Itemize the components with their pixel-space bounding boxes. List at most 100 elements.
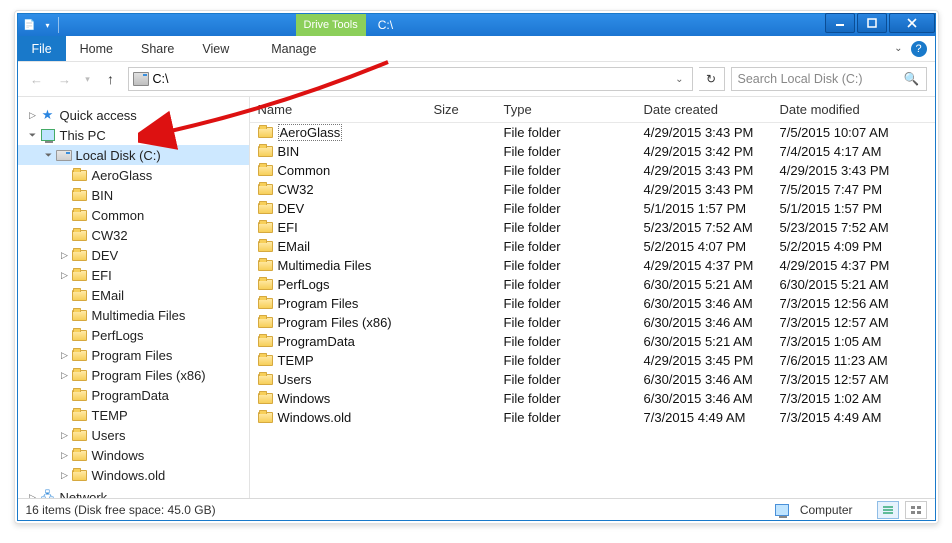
- file-row[interactable]: Multimedia FilesFile folder4/29/2015 4:3…: [250, 256, 935, 275]
- tree-local-disk[interactable]: ⏷ Local Disk (C:): [18, 145, 249, 165]
- folder-icon: [72, 388, 88, 402]
- file-modified: 7/5/2015 7:47 PM: [772, 182, 935, 197]
- tree-folder[interactable]: CW32: [18, 225, 249, 245]
- col-created[interactable]: Date created: [636, 102, 772, 117]
- tree-network[interactable]: ▷ 🖧 Network: [18, 487, 249, 498]
- tree-folder[interactable]: ProgramData: [18, 385, 249, 405]
- qat-icon-2[interactable]: [58, 17, 62, 33]
- file-row[interactable]: EFIFile folder5/23/2015 7:52 AM5/23/2015…: [250, 218, 935, 237]
- file-row[interactable]: WindowsFile folder6/30/2015 3:46 AM7/3/2…: [250, 389, 935, 408]
- tab-home[interactable]: Home: [66, 36, 127, 61]
- up-button[interactable]: ↑: [100, 68, 122, 90]
- star-icon: ★: [40, 108, 56, 122]
- file-name: ProgramData: [278, 334, 355, 349]
- maximize-button[interactable]: [857, 13, 887, 33]
- tree-label: Users: [92, 428, 126, 443]
- chevron-right-icon[interactable]: ▷: [58, 350, 72, 361]
- forward-button[interactable]: →: [54, 68, 76, 90]
- file-row[interactable]: Program FilesFile folder6/30/2015 3:46 A…: [250, 294, 935, 313]
- chevron-right-icon[interactable]: ▷: [58, 270, 72, 281]
- file-row[interactable]: AeroGlassFile folder4/29/2015 3:43 PM7/5…: [250, 123, 935, 142]
- file-type: File folder: [496, 353, 636, 368]
- view-details-button[interactable]: [877, 501, 899, 519]
- chevron-right-icon[interactable]: ▷: [58, 250, 72, 261]
- tree-folder[interactable]: PerfLogs: [18, 325, 249, 345]
- tree-folder[interactable]: ▷ Users: [18, 425, 249, 445]
- tree-this-pc[interactable]: ⏷ This PC: [18, 125, 249, 145]
- file-created: 6/30/2015 3:46 AM: [636, 296, 772, 311]
- tree-folder[interactable]: ▷EFI: [18, 265, 249, 285]
- tree-folder[interactable]: BIN: [18, 185, 249, 205]
- folder-icon: [258, 298, 273, 309]
- address-dropdown-icon[interactable]: ⌄: [671, 74, 687, 85]
- file-type: File folder: [496, 201, 636, 216]
- chevron-right-icon[interactable]: ▷: [58, 430, 72, 441]
- file-name: Multimedia Files: [278, 258, 372, 273]
- col-type[interactable]: Type: [496, 102, 636, 117]
- tab-manage[interactable]: Manage: [257, 36, 330, 61]
- file-row[interactable]: BINFile folder4/29/2015 3:42 PM7/4/2015 …: [250, 142, 935, 161]
- minimize-button[interactable]: [825, 13, 855, 33]
- chevron-right-icon[interactable]: ▷: [58, 470, 72, 481]
- file-name: Program Files (x86): [278, 315, 392, 330]
- file-created: 6/30/2015 3:46 AM: [636, 315, 772, 330]
- drive-tools-tab[interactable]: Drive Tools: [296, 14, 366, 36]
- file-row[interactable]: TEMPFile folder4/29/2015 3:45 PM7/6/2015…: [250, 351, 935, 370]
- search-box[interactable]: Search Local Disk (C:) 🔍: [731, 67, 927, 91]
- file-row[interactable]: CW32File folder4/29/2015 3:43 PM7/5/2015…: [250, 180, 935, 199]
- tab-share[interactable]: Share: [127, 36, 188, 61]
- folder-icon: [72, 348, 88, 362]
- file-row[interactable]: EMailFile folder5/2/2015 4:07 PM5/2/2015…: [250, 237, 935, 256]
- tree-folder[interactable]: Multimedia Files: [18, 305, 249, 325]
- tree-label: CW32: [92, 228, 128, 243]
- address-bar[interactable]: C:\ ⌄: [128, 67, 693, 91]
- col-name[interactable]: Name: [250, 102, 426, 117]
- help-icon[interactable]: ?: [911, 41, 927, 57]
- tree-folder[interactable]: Common: [18, 205, 249, 225]
- tab-file[interactable]: File: [18, 36, 66, 61]
- file-modified: 4/29/2015 3:43 PM: [772, 163, 935, 178]
- chevron-right-icon[interactable]: ▷: [58, 450, 72, 461]
- tree-folder[interactable]: ▷Program Files: [18, 345, 249, 365]
- col-modified[interactable]: Date modified: [772, 102, 935, 117]
- view-icons-button[interactable]: [905, 501, 927, 519]
- folder-icon: [72, 208, 88, 222]
- qat-dropdown-icon[interactable]: ▾: [40, 17, 56, 33]
- ribbon-collapse-icon[interactable]: ⌄: [894, 43, 902, 54]
- tree-folder[interactable]: ▷Windows.old: [18, 465, 249, 485]
- tree-folder[interactable]: EMail: [18, 285, 249, 305]
- navigation-tree[interactable]: ▷ ★ Quick access ⏷ This PC ⏷ Local Disk …: [18, 97, 250, 498]
- file-row[interactable]: Windows.oldFile folder7/3/2015 4:49 AM7/…: [250, 408, 935, 427]
- tree-label: TEMP: [92, 408, 128, 423]
- tree-folder[interactable]: ▷Windows: [18, 445, 249, 465]
- file-name: Windows.old: [278, 410, 352, 425]
- back-button[interactable]: ←: [26, 68, 48, 90]
- file-row[interactable]: ProgramDataFile folder6/30/2015 5:21 AM7…: [250, 332, 935, 351]
- tree-quick-access[interactable]: ▷ ★ Quick access: [18, 105, 249, 125]
- refresh-button[interactable]: ↻: [699, 67, 725, 91]
- file-row[interactable]: DEVFile folder5/1/2015 1:57 PM5/1/2015 1…: [250, 199, 935, 218]
- tree-folder[interactable]: TEMP: [18, 405, 249, 425]
- file-row[interactable]: UsersFile folder6/30/2015 3:46 AM7/3/201…: [250, 370, 935, 389]
- tree-folder[interactable]: AeroGlass: [18, 165, 249, 185]
- tab-view[interactable]: View: [188, 36, 243, 61]
- tree-folder[interactable]: ▷Program Files (x86): [18, 365, 249, 385]
- file-name: EMail: [278, 239, 311, 254]
- folder-icon: [258, 203, 273, 214]
- file-row[interactable]: Program Files (x86)File folder6/30/2015 …: [250, 313, 935, 332]
- tree-folder[interactable]: ▷DEV: [18, 245, 249, 265]
- file-name: Common: [278, 163, 331, 178]
- file-name: CW32: [278, 182, 314, 197]
- file-row[interactable]: CommonFile folder4/29/2015 3:43 PM4/29/2…: [250, 161, 935, 180]
- chevron-right-icon[interactable]: ▷: [58, 370, 72, 381]
- search-icon: 🔍: [904, 72, 920, 87]
- close-button[interactable]: [889, 13, 935, 33]
- col-size[interactable]: Size: [426, 102, 496, 117]
- file-name: PerfLogs: [278, 277, 330, 292]
- tree-label: BIN: [92, 188, 114, 203]
- qat-icon-1[interactable]: 📄: [22, 17, 38, 33]
- file-modified: 7/5/2015 10:07 AM: [772, 125, 935, 140]
- recent-dropdown-icon[interactable]: ▾: [82, 68, 94, 90]
- file-row[interactable]: PerfLogsFile folder6/30/2015 5:21 AM6/30…: [250, 275, 935, 294]
- tree-label: Common: [92, 208, 145, 223]
